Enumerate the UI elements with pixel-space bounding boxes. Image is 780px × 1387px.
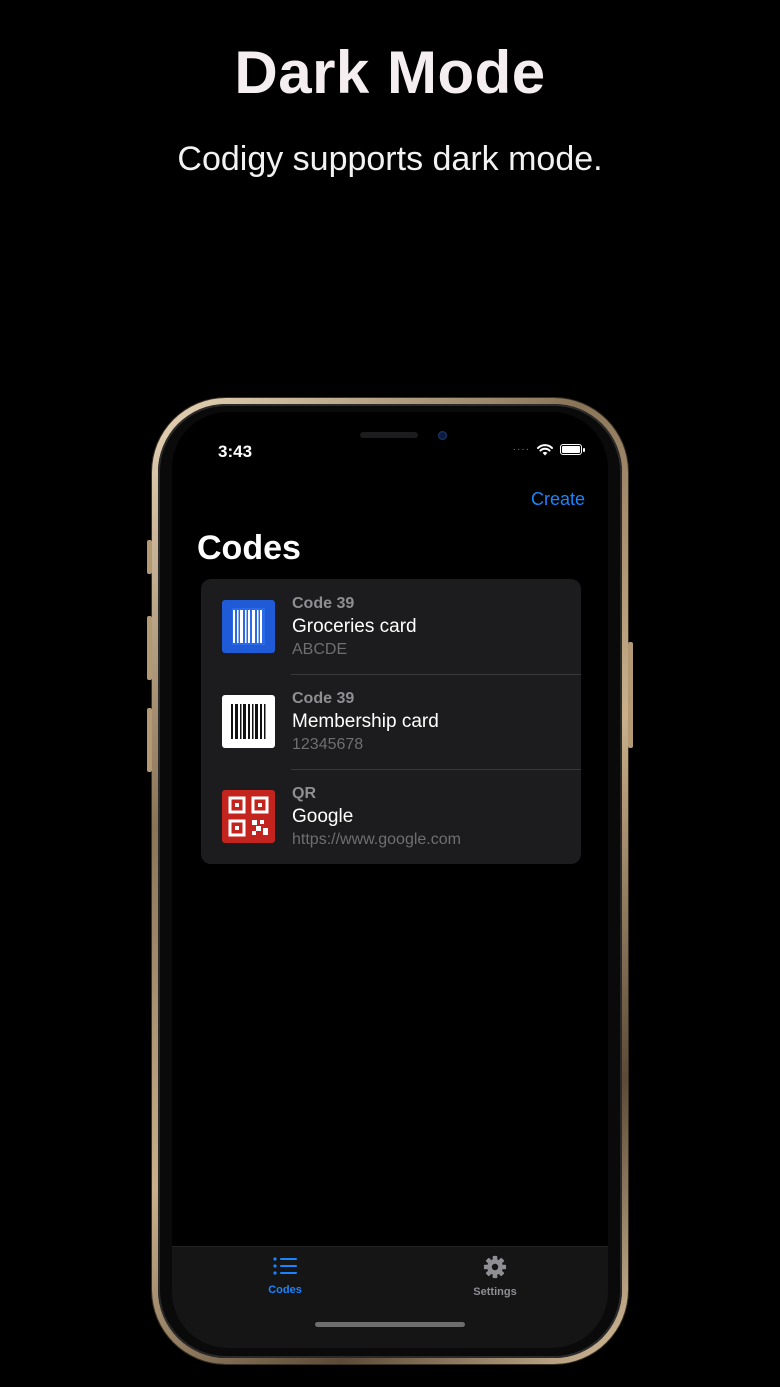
code-value: ABCDE [292,641,348,658]
list-item-text: QR Google https://www.google.com [292,784,461,850]
tab-label: Codes [268,1284,302,1296]
code-value: https://www.google.com [292,831,461,848]
promo-title: Dark Mode [234,39,546,106]
code-name: Google [292,806,354,827]
list-item-text: Code 39 Membership card 12345678 [292,689,439,755]
tab-codes[interactable]: Codes [225,1255,345,1296]
promo-subtitle: Codigy supports dark mode. [177,140,603,178]
tab-label: Settings [473,1286,517,1298]
list-item[interactable]: Code 39 Groceries card ABCDE [201,579,581,674]
list-item-text: Code 39 Groceries card ABCDE [292,594,417,660]
home-indicator[interactable] [315,1322,465,1327]
barcode-icon [222,600,275,653]
speaker-grille [360,432,418,438]
create-button[interactable]: Create [531,489,585,510]
code-name: Groceries card [292,616,417,637]
wifi-icon [537,444,553,456]
list-item[interactable]: Code 39 Membership card 12345678 [201,674,581,769]
tab-bar: Codes Settings [172,1246,608,1348]
phone-screen: 3:43 ···· Create Codes Code 39 Groceries… [172,412,608,1348]
code-type: QR [292,785,316,802]
code-type: Code 39 [292,595,355,612]
volume-down-button [147,708,152,772]
barcode-icon [222,695,275,748]
status-icons: ···· [512,443,585,456]
tab-settings[interactable]: Settings [435,1255,555,1298]
list-item[interactable]: QR Google https://www.google.com [201,769,581,864]
front-camera [438,431,447,440]
qr-code-icon [222,790,275,843]
battery-icon [560,444,585,455]
code-value: 12345678 [292,736,364,753]
volume-up-button [147,616,152,680]
promo-page: Dark Mode Codigy supports dark mode. 3:4… [0,0,780,1387]
code-name: Membership card [292,711,439,732]
status-time: 3:43 [218,442,253,461]
code-type: Code 39 [292,690,355,707]
page-title: Codes [197,529,301,567]
power-button [628,642,633,748]
codes-list: Code 39 Groceries card ABCDE Code 39 Mem… [201,579,581,864]
list-icon [273,1257,297,1275]
cellular-signal-icon: ···· [512,444,530,455]
silent-switch [147,540,152,574]
gear-icon [483,1255,507,1279]
